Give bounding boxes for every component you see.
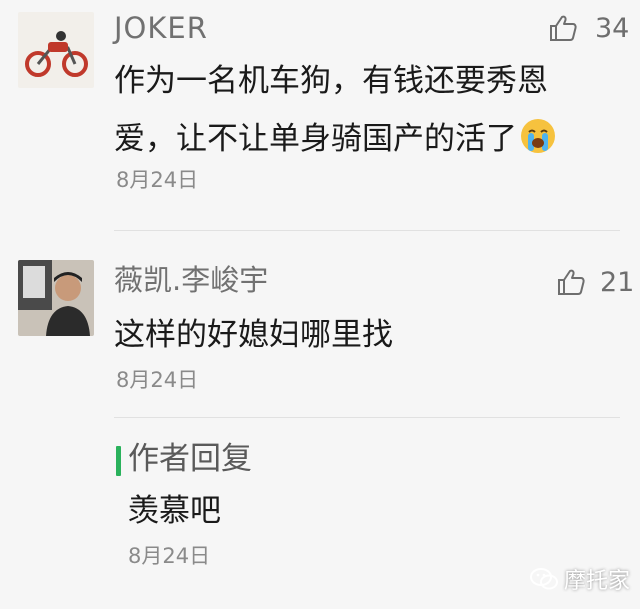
comment-text-line: 作为一名机车狗，有钱还要秀恩 [114,63,548,99]
nickname: 薇凯.李峻宇 [114,263,269,297]
comment-date: 8月24日 [116,368,199,392]
comment-text-line: 爱，让不让单身骑国产的活了 [114,110,557,168]
comment-list: JOKER 34 作为一名机车狗，有钱还要秀恩 爱，让不让单身骑国产的活了 8月… [0,0,640,609]
watermark-text: 摩托家 [564,569,631,594]
reply-date: 8月24日 [128,544,211,568]
divider [114,417,620,418]
wechat-logo-icon [530,568,558,590]
like-count: 34 [595,13,630,44]
comment-text: 作为一名机车狗，有钱还要秀恩 爱，让不让单身骑国产的活了 [114,52,557,168]
crying-face-icon [521,119,555,153]
avatar[interactable] [18,260,94,336]
divider [114,230,620,231]
like-count: 21 [600,267,635,298]
thumbs-up-icon[interactable] [548,13,578,43]
author-reply-text: 羡慕吧 [128,493,221,529]
avatar[interactable] [18,12,94,88]
comment-text-content: 爱，让不让单身骑国产的活了 [114,121,517,157]
comment-text: 这样的好媳妇哪里找 [114,317,393,353]
author-reply-label: 作者回复 [128,441,252,477]
nickname: JOKER [114,11,208,45]
watermark: 摩托家 [530,563,630,595]
thumbs-up-icon[interactable] [556,267,586,297]
reply-accent-bar [116,446,121,476]
comment-date: 8月24日 [116,168,199,192]
